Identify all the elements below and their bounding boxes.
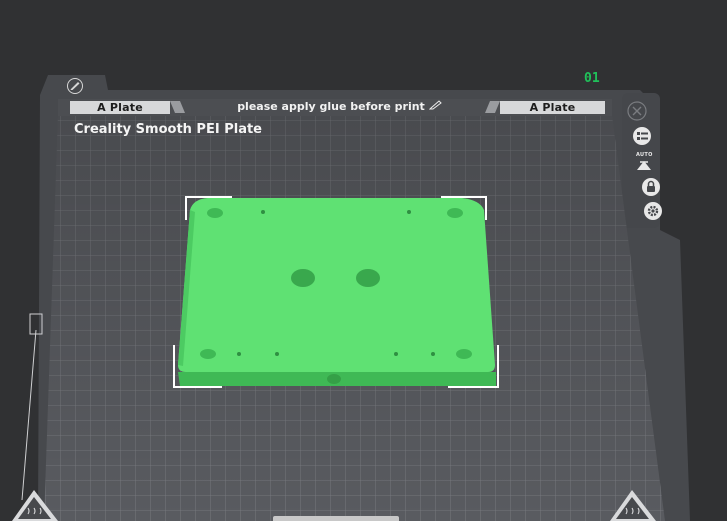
pencil-icon xyxy=(428,100,443,113)
plate-label-left: A Plate xyxy=(70,101,170,114)
green-plate-model xyxy=(178,198,496,386)
plate-type-name: Creality Smooth PEI Plate xyxy=(74,122,262,137)
auto-orient-button[interactable] xyxy=(634,155,654,175)
remove-plate-button[interactable] xyxy=(627,101,647,121)
gear-icon xyxy=(644,202,662,220)
plate-number: 01 xyxy=(584,71,600,86)
glue-note-text: please apply glue before print xyxy=(237,100,425,113)
list-icon xyxy=(633,127,651,145)
plate-settings-button[interactable] xyxy=(643,201,663,221)
bottom-panel-handle[interactable] xyxy=(273,516,399,521)
glue-note: please apply glue before print xyxy=(190,99,490,114)
close-icon xyxy=(627,101,647,121)
lock-icon xyxy=(642,178,660,196)
orient-icon xyxy=(637,161,651,170)
plate-label-right: A Plate xyxy=(500,101,605,114)
arrange-objects-button[interactable] xyxy=(632,126,652,146)
edit-plate-name-button[interactable] xyxy=(62,76,88,96)
lock-plate-button[interactable] xyxy=(641,177,661,197)
pencil-icon xyxy=(67,78,83,94)
build-plate-scene xyxy=(12,75,690,521)
